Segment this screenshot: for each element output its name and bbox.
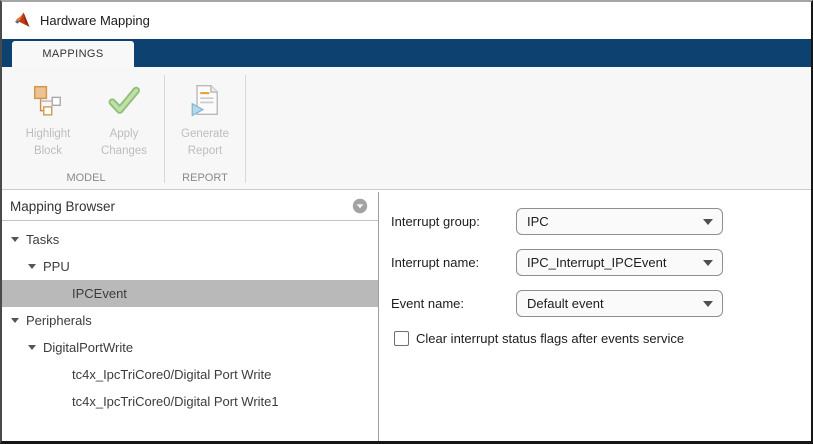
tree-item-peripherals[interactable]: Peripherals	[2, 307, 378, 334]
mapping-tree: Tasks PPU IPCEvent Peripherals DigitalPo…	[2, 221, 378, 415]
mapping-browser-panel: Mapping Browser Tasks PPU IPCEvent	[2, 192, 379, 441]
dropdown-arrow-icon	[703, 219, 713, 225]
interrupt-name-value: IPC_Interrupt_IPCEvent	[527, 255, 703, 270]
event-name-row: Event name: Default event	[391, 290, 811, 317]
interrupt-name-label: Interrupt name:	[391, 255, 516, 270]
tree-item-label: PPU	[43, 259, 70, 274]
matlab-logo-icon	[14, 12, 31, 29]
toolbar: Highlight Block Apply Changes MODEL	[2, 67, 811, 190]
tree-item-digitalportwrite[interactable]: DigitalPortWrite	[2, 334, 378, 361]
tree-item-label: tc4x_IpcTriCore0/Digital Port Write	[72, 367, 271, 382]
chevron-down-icon[interactable]	[11, 237, 19, 242]
tab-mappings[interactable]: MAPPINGS	[12, 41, 134, 67]
generate-report-icon	[188, 83, 222, 117]
clear-interrupt-flags-row: Clear interrupt status flags after event…	[391, 331, 811, 346]
toolbar-group-label-report: REPORT	[167, 172, 243, 189]
generate-report-label: Generate Report	[181, 126, 229, 159]
mapping-browser-header: Mapping Browser	[2, 192, 378, 221]
interrupt-group-dropdown[interactable]: IPC	[516, 208, 723, 235]
apply-changes-label: Apply Changes	[101, 126, 147, 159]
apply-changes-icon	[107, 83, 141, 117]
tree-item-ppu[interactable]: PPU	[2, 253, 378, 280]
tree-item-label: IPCEvent	[72, 286, 127, 301]
highlight-block-icon	[31, 83, 65, 117]
tree-item-label: DigitalPortWrite	[43, 340, 133, 355]
generate-report-button[interactable]: Generate Report	[167, 67, 243, 172]
interrupt-group-label: Interrupt group:	[391, 214, 516, 229]
collapse-panel-icon[interactable]	[352, 198, 368, 214]
interrupt-name-dropdown[interactable]: IPC_Interrupt_IPCEvent	[516, 249, 723, 276]
chevron-down-icon[interactable]	[28, 264, 36, 269]
chevron-down-icon[interactable]	[28, 345, 36, 350]
tree-item-tasks[interactable]: Tasks	[2, 226, 378, 253]
clear-interrupt-flags-label: Clear interrupt status flags after event…	[416, 331, 684, 346]
tree-item-label: tc4x_IpcTriCore0/Digital Port Write1	[72, 394, 279, 409]
tree-item-label: Tasks	[26, 232, 59, 247]
apply-changes-button[interactable]: Apply Changes	[86, 67, 162, 172]
title-bar: Hardware Mapping	[2, 2, 811, 39]
toolbar-separator	[245, 75, 246, 183]
hardware-mapping-window: Hardware Mapping MAPPINGS Highlight Bloc…	[0, 0, 813, 444]
window-title: Hardware Mapping	[40, 13, 150, 28]
event-name-dropdown[interactable]: Default event	[516, 290, 723, 317]
event-name-label: Event name:	[391, 296, 516, 311]
tree-item-digital-port-write1[interactable]: tc4x_IpcTriCore0/Digital Port Write1	[2, 388, 378, 415]
toolbar-group-label-model: MODEL	[10, 172, 162, 189]
clear-interrupt-flags-checkbox[interactable]	[394, 331, 409, 346]
interrupt-group-value: IPC	[527, 214, 703, 229]
dropdown-arrow-icon	[703, 301, 713, 307]
toolbar-group-model: Highlight Block Apply Changes MODEL	[2, 67, 162, 189]
toolbar-separator	[164, 75, 165, 183]
event-name-value: Default event	[527, 296, 703, 311]
interrupt-name-row: Interrupt name: IPC_Interrupt_IPCEvent	[391, 249, 811, 276]
highlight-block-label: Highlight Block	[26, 126, 71, 159]
tree-item-label: Peripherals	[26, 313, 92, 328]
highlight-block-button[interactable]: Highlight Block	[10, 67, 86, 172]
mapping-browser-title: Mapping Browser	[10, 199, 352, 214]
dropdown-arrow-icon	[703, 260, 713, 266]
chevron-down-icon[interactable]	[11, 318, 19, 323]
mapping-form-panel: Interrupt group: IPC Interrupt name: IPC…	[379, 192, 811, 441]
tree-item-digital-port-write[interactable]: tc4x_IpcTriCore0/Digital Port Write	[2, 361, 378, 388]
main-content: Mapping Browser Tasks PPU IPCEvent	[2, 192, 811, 441]
toolbar-group-report: Generate Report REPORT	[167, 67, 243, 189]
ribbon-tab-bar: MAPPINGS	[2, 39, 811, 67]
tree-item-ipcevent[interactable]: IPCEvent	[2, 280, 378, 307]
interrupt-group-row: Interrupt group: IPC	[391, 208, 811, 235]
